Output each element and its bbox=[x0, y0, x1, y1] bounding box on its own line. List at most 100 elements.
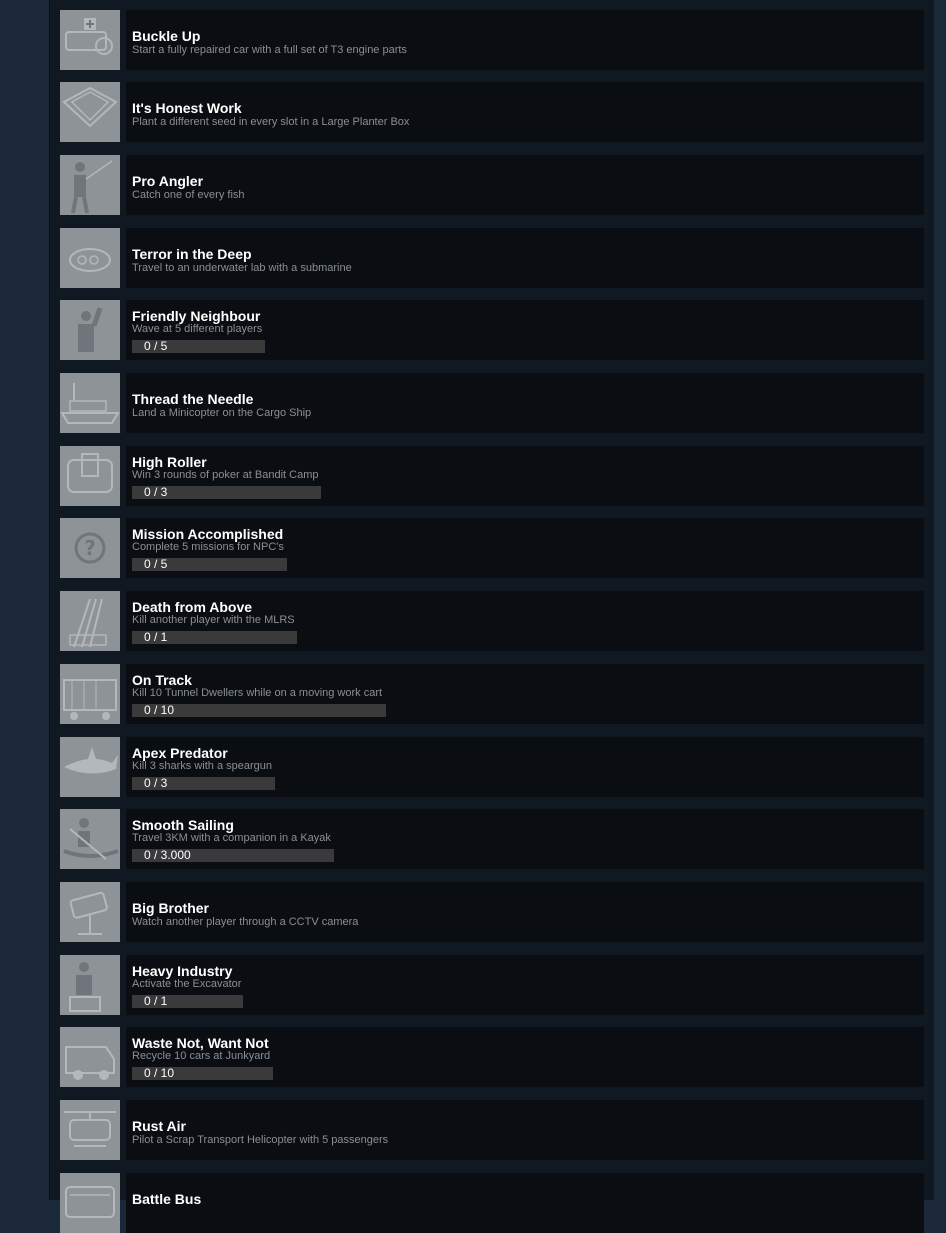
progress-text: 0 / 1 bbox=[144, 994, 168, 1008]
achievement-card: Battle Bus bbox=[126, 1173, 924, 1233]
planter-box-icon bbox=[60, 82, 120, 142]
achievement-title: Buckle Up bbox=[132, 28, 201, 44]
achievement-row: Battle Bus bbox=[60, 1173, 924, 1233]
achievement-title: On Track bbox=[132, 672, 192, 688]
progress-text: 0 / 3 bbox=[144, 776, 168, 790]
progress-bar: 0 / 3 bbox=[132, 486, 321, 499]
achievement-description: Wave at 5 different players bbox=[132, 323, 263, 335]
achievement-row: Thread the Needle Land a Minicopter on th… bbox=[60, 373, 924, 433]
achievement-card: Smooth Sailing Travel 3KM with a companio… bbox=[126, 809, 924, 869]
achievement-title: Smooth Sailing bbox=[132, 817, 234, 833]
car-engine-icon bbox=[60, 10, 120, 70]
achievement-row: Apex Predator Kill 3 sharks with a spearg… bbox=[60, 737, 924, 797]
achievement-row: Rust Air Pilot a Scrap Transport Helicopt… bbox=[60, 1100, 924, 1160]
achievement-row: Smooth Sailing Travel 3KM with a companio… bbox=[60, 809, 924, 869]
question-mark-icon: ? bbox=[60, 518, 120, 578]
achievement-card: Rust Air Pilot a Scrap Transport Helicopt… bbox=[126, 1100, 924, 1160]
achievement-card: Death from Above Kill another player with… bbox=[126, 591, 924, 651]
poker-table-icon bbox=[60, 446, 120, 506]
achievement-description: Start a fully repaired car with a full s… bbox=[132, 44, 407, 56]
achievement-card: High Roller Win 3 rounds of poker at Band… bbox=[126, 446, 924, 506]
achievement-title: Pro Angler bbox=[132, 173, 204, 189]
achievement-card: Apex Predator Kill 3 sharks with a spearg… bbox=[126, 737, 924, 797]
achievement-title: Waste Not, Want Not bbox=[132, 1035, 269, 1051]
progress-bar: 0 / 3 bbox=[132, 777, 275, 790]
progress-bar: 0 / 10 bbox=[132, 1067, 273, 1080]
achievement-title: Rust Air bbox=[132, 1118, 186, 1134]
achievement-row: High Roller Win 3 rounds of poker at Band… bbox=[60, 446, 924, 506]
progress-text: 0 / 5 bbox=[144, 557, 168, 571]
progress-bar: 0 / 5 bbox=[132, 340, 265, 353]
achievement-row: On Track Kill 10 Tunnel Dwellers while on… bbox=[60, 664, 924, 724]
achievement-card: It's Honest Work Plant a different seed i… bbox=[126, 82, 924, 142]
achievement-row: Big Brother Watch another player through … bbox=[60, 882, 924, 942]
achievement-description: Recycle 10 cars at Junkyard bbox=[132, 1050, 271, 1062]
mlrs-icon bbox=[60, 591, 120, 651]
achievement-description: Land a Minicopter on the Cargo Ship bbox=[132, 407, 312, 419]
progress-text: 0 / 1 bbox=[144, 630, 168, 644]
achievement-description: Pilot a Scrap Transport Helicopter with … bbox=[132, 1134, 389, 1146]
achievement-row: Pro Angler Catch one of every fish bbox=[60, 155, 924, 215]
achievement-card: On Track Kill 10 Tunnel Dwellers while on… bbox=[126, 664, 924, 724]
progress-text: 0 / 10 bbox=[144, 1066, 175, 1080]
achievement-title: Big Brother bbox=[132, 900, 209, 916]
progress-text: 0 / 5 bbox=[144, 339, 168, 353]
achievement-description: Travel to an underwater lab with a subma… bbox=[132, 262, 352, 274]
progress-bar: 0 / 1 bbox=[132, 995, 243, 1008]
achievement-card: Waste Not, Want Not Recycle 10 cars at Ju… bbox=[126, 1027, 924, 1087]
achievement-title: High Roller bbox=[132, 454, 207, 470]
progress-text: 0 / 3 bbox=[144, 485, 168, 499]
achievement-description: Catch one of every fish bbox=[132, 189, 245, 201]
achievement-card: Mission Accomplished Complete 5 missions … bbox=[126, 518, 924, 578]
kayak-icon bbox=[60, 809, 120, 869]
fisherman-icon bbox=[60, 155, 120, 215]
progress-text: 0 / 10 bbox=[144, 703, 175, 717]
achievement-row: It's Honest Work Plant a different seed i… bbox=[60, 82, 924, 142]
achievement-card: Thread the Needle Land a Minicopter on th… bbox=[126, 373, 924, 433]
progress-bar: 0 / 3.000 bbox=[132, 849, 334, 862]
achievement-title: Thread the Needle bbox=[132, 391, 254, 407]
achievement-card: Friendly Neighbour Wave at 5 different pl… bbox=[126, 300, 924, 360]
achievement-description: Travel 3KM with a companion in a Kayak bbox=[132, 832, 331, 844]
achievement-description: Kill another player with the MLRS bbox=[132, 614, 295, 626]
achievement-card: Buckle Up Start a fully repaired car with… bbox=[126, 10, 924, 70]
achievements-page: Buckle Up Start a fully repaired car with… bbox=[0, 0, 946, 1233]
achievement-description: Watch another player through a CCTV came… bbox=[132, 916, 359, 928]
achievement-title: Apex Predator bbox=[132, 745, 228, 761]
achievement-card: Big Brother Watch another player through … bbox=[126, 882, 924, 942]
helicopter-icon bbox=[60, 1100, 120, 1160]
achievement-row: Heavy Industry Activate the Excavator 0 / … bbox=[60, 955, 924, 1015]
achievement-description: Kill 3 sharks with a speargun bbox=[132, 760, 273, 772]
progress-bar: 0 / 1 bbox=[132, 631, 297, 644]
achievement-row: Death from Above Kill another player with… bbox=[60, 591, 924, 651]
achievement-title: Death from Above bbox=[132, 599, 253, 615]
shark-icon bbox=[60, 737, 120, 797]
achievement-description: Plant a different seed in every slot in … bbox=[132, 116, 410, 128]
achievement-title: Mission Accomplished bbox=[132, 526, 284, 542]
progress-bar: 0 / 10 bbox=[132, 704, 386, 717]
achievement-card: Pro Angler Catch one of every fish bbox=[126, 155, 924, 215]
achievement-description: Win 3 rounds of poker at Bandit Camp bbox=[132, 469, 319, 481]
progress-text: 0 / 3.000 bbox=[144, 848, 191, 862]
achievement-row: ? Mission Accomplished Complete 5 missions… bbox=[60, 518, 924, 578]
submarine-icon bbox=[60, 228, 120, 288]
achievement-title: It's Honest Work bbox=[132, 100, 242, 116]
work-cart-icon bbox=[60, 664, 120, 724]
achievement-description: Activate the Excavator bbox=[132, 978, 242, 990]
achievement-title: Terror in the Deep bbox=[132, 246, 252, 262]
achievement-card: Heavy Industry Activate the Excavator 0 / … bbox=[126, 955, 924, 1015]
bus-icon bbox=[60, 1173, 120, 1233]
svg-text:?: ? bbox=[84, 536, 96, 560]
waving-player-icon bbox=[60, 300, 120, 360]
achievement-title: Friendly Neighbour bbox=[132, 308, 261, 324]
achievement-description: Kill 10 Tunnel Dwellers while on a movin… bbox=[132, 687, 383, 699]
achievement-title: Heavy Industry bbox=[132, 963, 233, 979]
achievement-row: Terror in the Deep Travel to an underwate… bbox=[60, 228, 924, 288]
achievement-title: Battle Bus bbox=[132, 1191, 202, 1207]
achievement-card: Terror in the Deep Travel to an underwate… bbox=[126, 228, 924, 288]
junk-car-icon bbox=[60, 1027, 120, 1087]
progress-bar: 0 / 5 bbox=[132, 558, 287, 571]
excavator-icon bbox=[60, 955, 120, 1015]
achievement-row: Friendly Neighbour Wave at 5 different pl… bbox=[60, 300, 924, 360]
achievement-description: Complete 5 missions for NPC's bbox=[132, 541, 284, 553]
